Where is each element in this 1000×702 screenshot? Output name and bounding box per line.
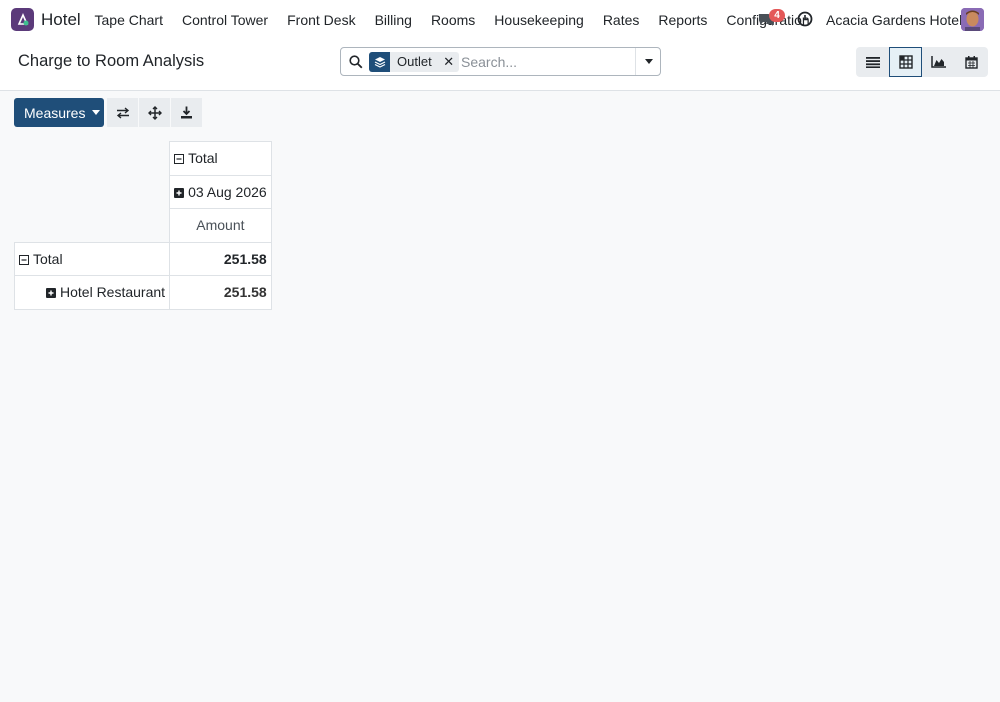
measure-header-amount[interactable]: Amount	[169, 208, 272, 243]
menu-rooms[interactable]: Rooms	[421, 12, 484, 28]
list-view-button[interactable]	[856, 47, 889, 77]
company-switcher[interactable]: Acacia Gardens Hotel	[826, 12, 962, 28]
hotel-app-icon[interactable]	[11, 8, 34, 31]
flip-axis-button[interactable]	[107, 98, 138, 127]
pivot-icon	[898, 55, 913, 69]
facet-remove-icon[interactable]: ✕	[439, 52, 459, 72]
graph-view-button[interactable]	[922, 47, 955, 77]
calendar-view-button[interactable]	[955, 47, 988, 77]
menu-reports[interactable]: Reports	[649, 12, 717, 28]
area-chart-icon	[931, 56, 946, 68]
caret-down-icon	[92, 110, 101, 115]
app-name[interactable]: Hotel	[41, 10, 81, 30]
menu-control-tower[interactable]: Control Tower	[172, 12, 277, 28]
measures-label: Measures	[24, 104, 86, 121]
pivot-corner	[14, 141, 171, 175]
col-header-date-label: 03 Aug 2026	[188, 183, 267, 200]
search-facet: Outlet ✕	[369, 52, 459, 72]
activity-clock-icon[interactable]	[797, 11, 814, 28]
calendar-icon	[965, 55, 978, 69]
search-input[interactable]	[461, 52, 631, 72]
row-header-total-label: Total	[33, 250, 63, 267]
menu-billing[interactable]: Billing	[365, 12, 421, 28]
menu-housekeeping[interactable]: Housekeeping	[485, 12, 594, 28]
search-bar: Outlet ✕	[340, 47, 661, 76]
col-header-date[interactable]: 03 Aug 2026	[169, 174, 272, 209]
col-header-total-label: Total	[188, 150, 218, 167]
notification-badge: 4	[769, 9, 785, 22]
row-header-hotel-restaurant-label: Hotel Restaurant	[60, 284, 166, 301]
pivot-view-button[interactable]	[889, 47, 922, 77]
search-icon[interactable]	[349, 55, 363, 69]
menu-tape-chart[interactable]: Tape Chart	[85, 12, 172, 28]
row-header-hotel-restaurant[interactable]: Hotel Restaurant	[13, 275, 171, 310]
cell-total-amount[interactable]: 251.58	[169, 241, 272, 276]
measures-button[interactable]: Measures	[14, 98, 104, 127]
pivot-corner	[14, 175, 171, 209]
user-avatar[interactable]	[961, 8, 984, 31]
download-button[interactable]	[171, 98, 202, 127]
flip-axis-icon	[116, 106, 129, 119]
expand-icon	[174, 187, 185, 198]
list-icon	[865, 57, 880, 68]
expand-all-icon	[147, 105, 162, 120]
pivot-table: Total 03 Aug 2026 Amount Total 251.58 Ho…	[13, 141, 272, 310]
col-header-total[interactable]: Total	[169, 141, 272, 176]
caret-down-icon	[644, 59, 653, 64]
expand-icon	[46, 288, 56, 299]
collapse-icon	[19, 254, 29, 265]
expand-all-button[interactable]	[139, 98, 170, 127]
top-navbar: Hotel Tape Chart Control Tower Front Des…	[0, 0, 1000, 40]
pivot-corner	[14, 208, 171, 242]
breadcrumb: Charge to Room Analysis	[18, 52, 205, 70]
control-panel: Charge to Room Analysis Outlet ✕	[0, 40, 1000, 91]
menu-front-desk[interactable]: Front Desk	[278, 12, 365, 28]
facet-label: Outlet	[397, 54, 432, 69]
main-menu: Tape Chart Control Tower Front Desk Bill…	[85, 0, 819, 40]
group-by-layers-icon	[369, 52, 390, 72]
row-header-total[interactable]: Total	[13, 241, 171, 276]
menu-rates[interactable]: Rates	[593, 12, 649, 28]
cell-hotel-restaurant-amount[interactable]: 251.58	[169, 275, 272, 310]
table-row: Hotel Restaurant 251.58	[13, 275, 272, 310]
collapse-icon	[174, 154, 185, 165]
view-switcher	[856, 47, 988, 77]
download-icon	[181, 106, 192, 119]
search-options-toggle[interactable]	[635, 48, 661, 75]
table-row: Total 251.58	[13, 241, 272, 276]
